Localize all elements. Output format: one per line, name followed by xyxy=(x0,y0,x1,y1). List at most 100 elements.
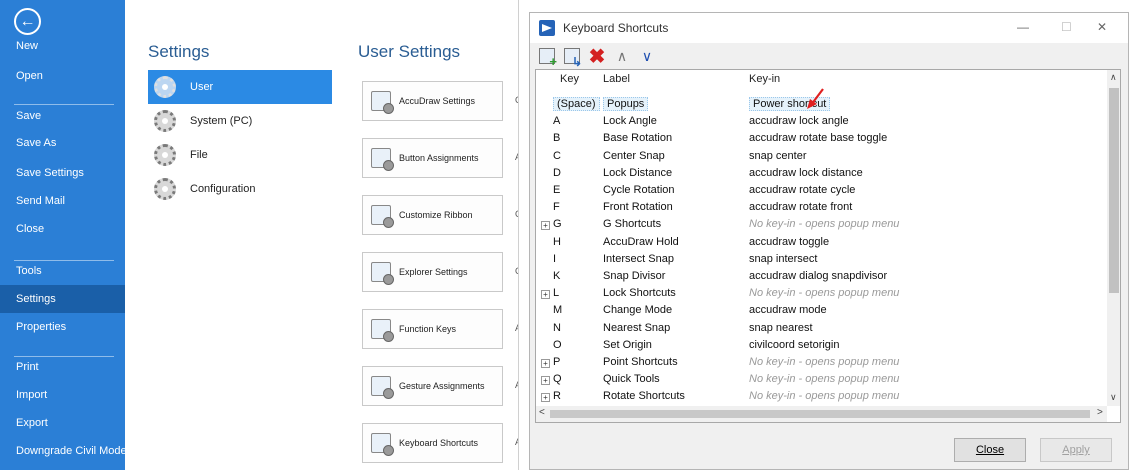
shortcut-keyin: No key-in - opens popup menu xyxy=(749,373,900,386)
shortcut-key: N xyxy=(553,321,561,334)
nav-item-save-settings[interactable]: Save Settings xyxy=(0,159,125,187)
scroll-up-icon[interactable]: ∧ xyxy=(1110,72,1117,83)
maximize-button[interactable]: ☐ xyxy=(1061,20,1072,34)
accudraw-icon xyxy=(371,91,394,114)
move-up-icon[interactable]: ∧ xyxy=(611,46,633,66)
close-button[interactable]: Close xyxy=(954,438,1026,462)
shortcut-key: Q xyxy=(553,373,562,386)
minimize-button[interactable]: — xyxy=(1017,20,1029,34)
horizontal-scroll-thumb[interactable] xyxy=(550,410,1090,418)
expand-icon[interactable]: + xyxy=(541,393,550,403)
shortcut-row[interactable]: + L Lock Shortcuts No key-in - opens popup … xyxy=(536,286,1107,303)
shortcut-key: C xyxy=(553,149,561,162)
category-file[interactable]: File xyxy=(148,138,332,172)
nav-item-import[interactable]: Import xyxy=(0,381,125,409)
shortcut-label: Nearest Snap xyxy=(603,321,671,334)
nav-item-settings[interactable]: Settings xyxy=(0,285,125,313)
shortcut-keyin: snap intersect xyxy=(749,252,818,265)
shortcut-label: Snap Divisor xyxy=(603,270,666,282)
nav-item-save[interactable]: Save xyxy=(0,102,125,130)
nav-item-save-as[interactable]: Save As xyxy=(0,129,125,157)
customize-ribbon-button[interactable]: Customize Ribbon xyxy=(362,195,503,235)
category-user[interactable]: User xyxy=(148,70,332,104)
shortcut-label: Change Mode xyxy=(603,304,673,317)
button-assignments-button[interactable]: Button Assignments xyxy=(362,138,503,178)
shortcut-row[interactable]: B Base Rotation accudraw rotate base toggl… xyxy=(536,131,1107,148)
truncated-description: A xyxy=(515,323,518,333)
shortcut-row[interactable]: C Center Snap snap center xyxy=(536,149,1107,166)
nav-item-new[interactable]: New xyxy=(0,32,125,60)
shortcut-row[interactable]: A Lock Angle accudraw lock angle xyxy=(536,114,1107,131)
app-icon xyxy=(539,20,555,36)
keyboard-icon xyxy=(371,433,394,456)
category-system-pc[interactable]: System (PC) xyxy=(148,104,332,138)
column-header-key[interactable]: Key xyxy=(560,73,579,85)
shortcut-row[interactable]: + Q Quick Tools No key-in - opens popup men… xyxy=(536,372,1107,389)
category-label: User xyxy=(190,81,214,93)
shortcut-key: L xyxy=(553,287,560,300)
category-label: System (PC) xyxy=(190,115,253,127)
shortcut-row[interactable]: K Snap Divisor accudraw dialog snapdivisor xyxy=(536,269,1107,286)
shortcuts-grid: Key Label Key-in (Space) Popups Power shor… xyxy=(535,69,1121,423)
vertical-scroll-thumb[interactable] xyxy=(1109,88,1119,293)
explorer-settings-button[interactable]: Explorer Settings xyxy=(362,252,503,292)
apply-button[interactable]: Apply xyxy=(1040,438,1112,462)
move-down-icon[interactable]: ∨ xyxy=(636,46,658,66)
new-submenu-button[interactable] xyxy=(561,46,583,69)
shortcut-row[interactable]: D Lock Distance accudraw lock distance xyxy=(536,166,1107,183)
shortcut-row[interactable]: N Nearest Snap snap nearest xyxy=(536,321,1107,338)
shortcut-key: D xyxy=(553,166,561,179)
shortcut-keyin: snap nearest xyxy=(749,321,813,334)
expand-icon[interactable]: + xyxy=(541,376,550,386)
gesture-assignments-button[interactable]: Gesture Assignments xyxy=(362,366,503,406)
shortcut-label: Rotate Shortcuts xyxy=(603,390,685,403)
delete-icon[interactable]: ✖ xyxy=(586,46,608,68)
nav-item-send-mail[interactable]: Send Mail xyxy=(0,187,125,215)
shortcut-row[interactable]: H AccuDraw Hold accudraw toggle xyxy=(536,235,1107,252)
shortcut-row[interactable]: F Front Rotation accudraw rotate front xyxy=(536,200,1107,217)
nav-item-tools[interactable]: Tools xyxy=(0,257,125,285)
nav-item-properties[interactable]: Properties xyxy=(0,313,125,341)
keyboard-shortcuts-button[interactable]: Keyboard Shortcuts xyxy=(362,423,503,463)
shortcut-label: Lock Shortcuts xyxy=(603,287,676,300)
horizontal-scrollbar[interactable]: < > xyxy=(536,406,1107,422)
vertical-scrollbar[interactable]: ∧ ∨ xyxy=(1107,70,1120,406)
category-configuration[interactable]: Configuration xyxy=(148,172,332,206)
column-header-keyin[interactable]: Key-in xyxy=(749,73,780,85)
nav-item-close[interactable]: Close xyxy=(0,215,125,243)
column-header-label[interactable]: Label xyxy=(603,73,630,85)
expand-icon[interactable]: + xyxy=(541,221,550,231)
truncated-description: A xyxy=(515,152,518,162)
shortcut-row[interactable]: O Set Origin civilcoord setorigin xyxy=(536,338,1107,355)
close-window-button[interactable]: ✕ xyxy=(1097,20,1107,34)
accudraw-settings-button[interactable]: AccuDraw Settings xyxy=(362,81,503,121)
function-keys-button[interactable]: Function Keys xyxy=(362,309,503,349)
shortcut-row[interactable]: M Change Mode accudraw mode xyxy=(536,303,1107,320)
nav-item-open[interactable]: Open xyxy=(0,62,125,90)
nav-item-downgrade-civil-model[interactable]: Downgrade Civil Model xyxy=(0,437,129,465)
scroll-left-icon[interactable]: < xyxy=(539,407,545,418)
gear-icon xyxy=(154,76,176,98)
expand-icon[interactable]: + xyxy=(541,359,550,368)
shortcut-row[interactable]: E Cycle Rotation accudraw rotate cycle xyxy=(536,183,1107,200)
shortcut-row[interactable]: + P Point Shortcuts No key-in - opens popup… xyxy=(536,355,1107,372)
red-annotation-arrow-icon xyxy=(807,88,824,109)
shortcut-label: Set Origin xyxy=(603,338,652,351)
shortcut-keyin: accudraw lock angle xyxy=(749,115,849,128)
new-item-icon xyxy=(539,48,557,69)
ribbon-icon xyxy=(371,205,394,228)
nav-item-export[interactable]: Export xyxy=(0,409,125,437)
back-arrow-icon[interactable]: ← xyxy=(14,8,41,35)
scroll-down-icon[interactable]: ∨ xyxy=(1110,392,1117,403)
shortcut-row[interactable]: + G G Shortcuts No key-in - opens popup men… xyxy=(536,217,1107,234)
shortcut-row[interactable]: + R Rotate Shortcuts No key-in - opens popu… xyxy=(536,389,1107,406)
shortcut-keyin: accudraw rotate base toggle xyxy=(749,132,888,145)
nav-item-print[interactable]: Print xyxy=(0,353,125,381)
category-label: File xyxy=(190,149,208,161)
scroll-right-icon[interactable]: > xyxy=(1097,407,1103,418)
shortcut-keyin: accudraw dialog snapdivisor xyxy=(749,270,888,282)
shortcut-row[interactable]: I Intersect Snap snap intersect xyxy=(536,252,1107,269)
new-item-button[interactable] xyxy=(536,46,558,69)
nav-separator xyxy=(14,356,114,357)
expand-icon[interactable]: + xyxy=(541,290,550,300)
